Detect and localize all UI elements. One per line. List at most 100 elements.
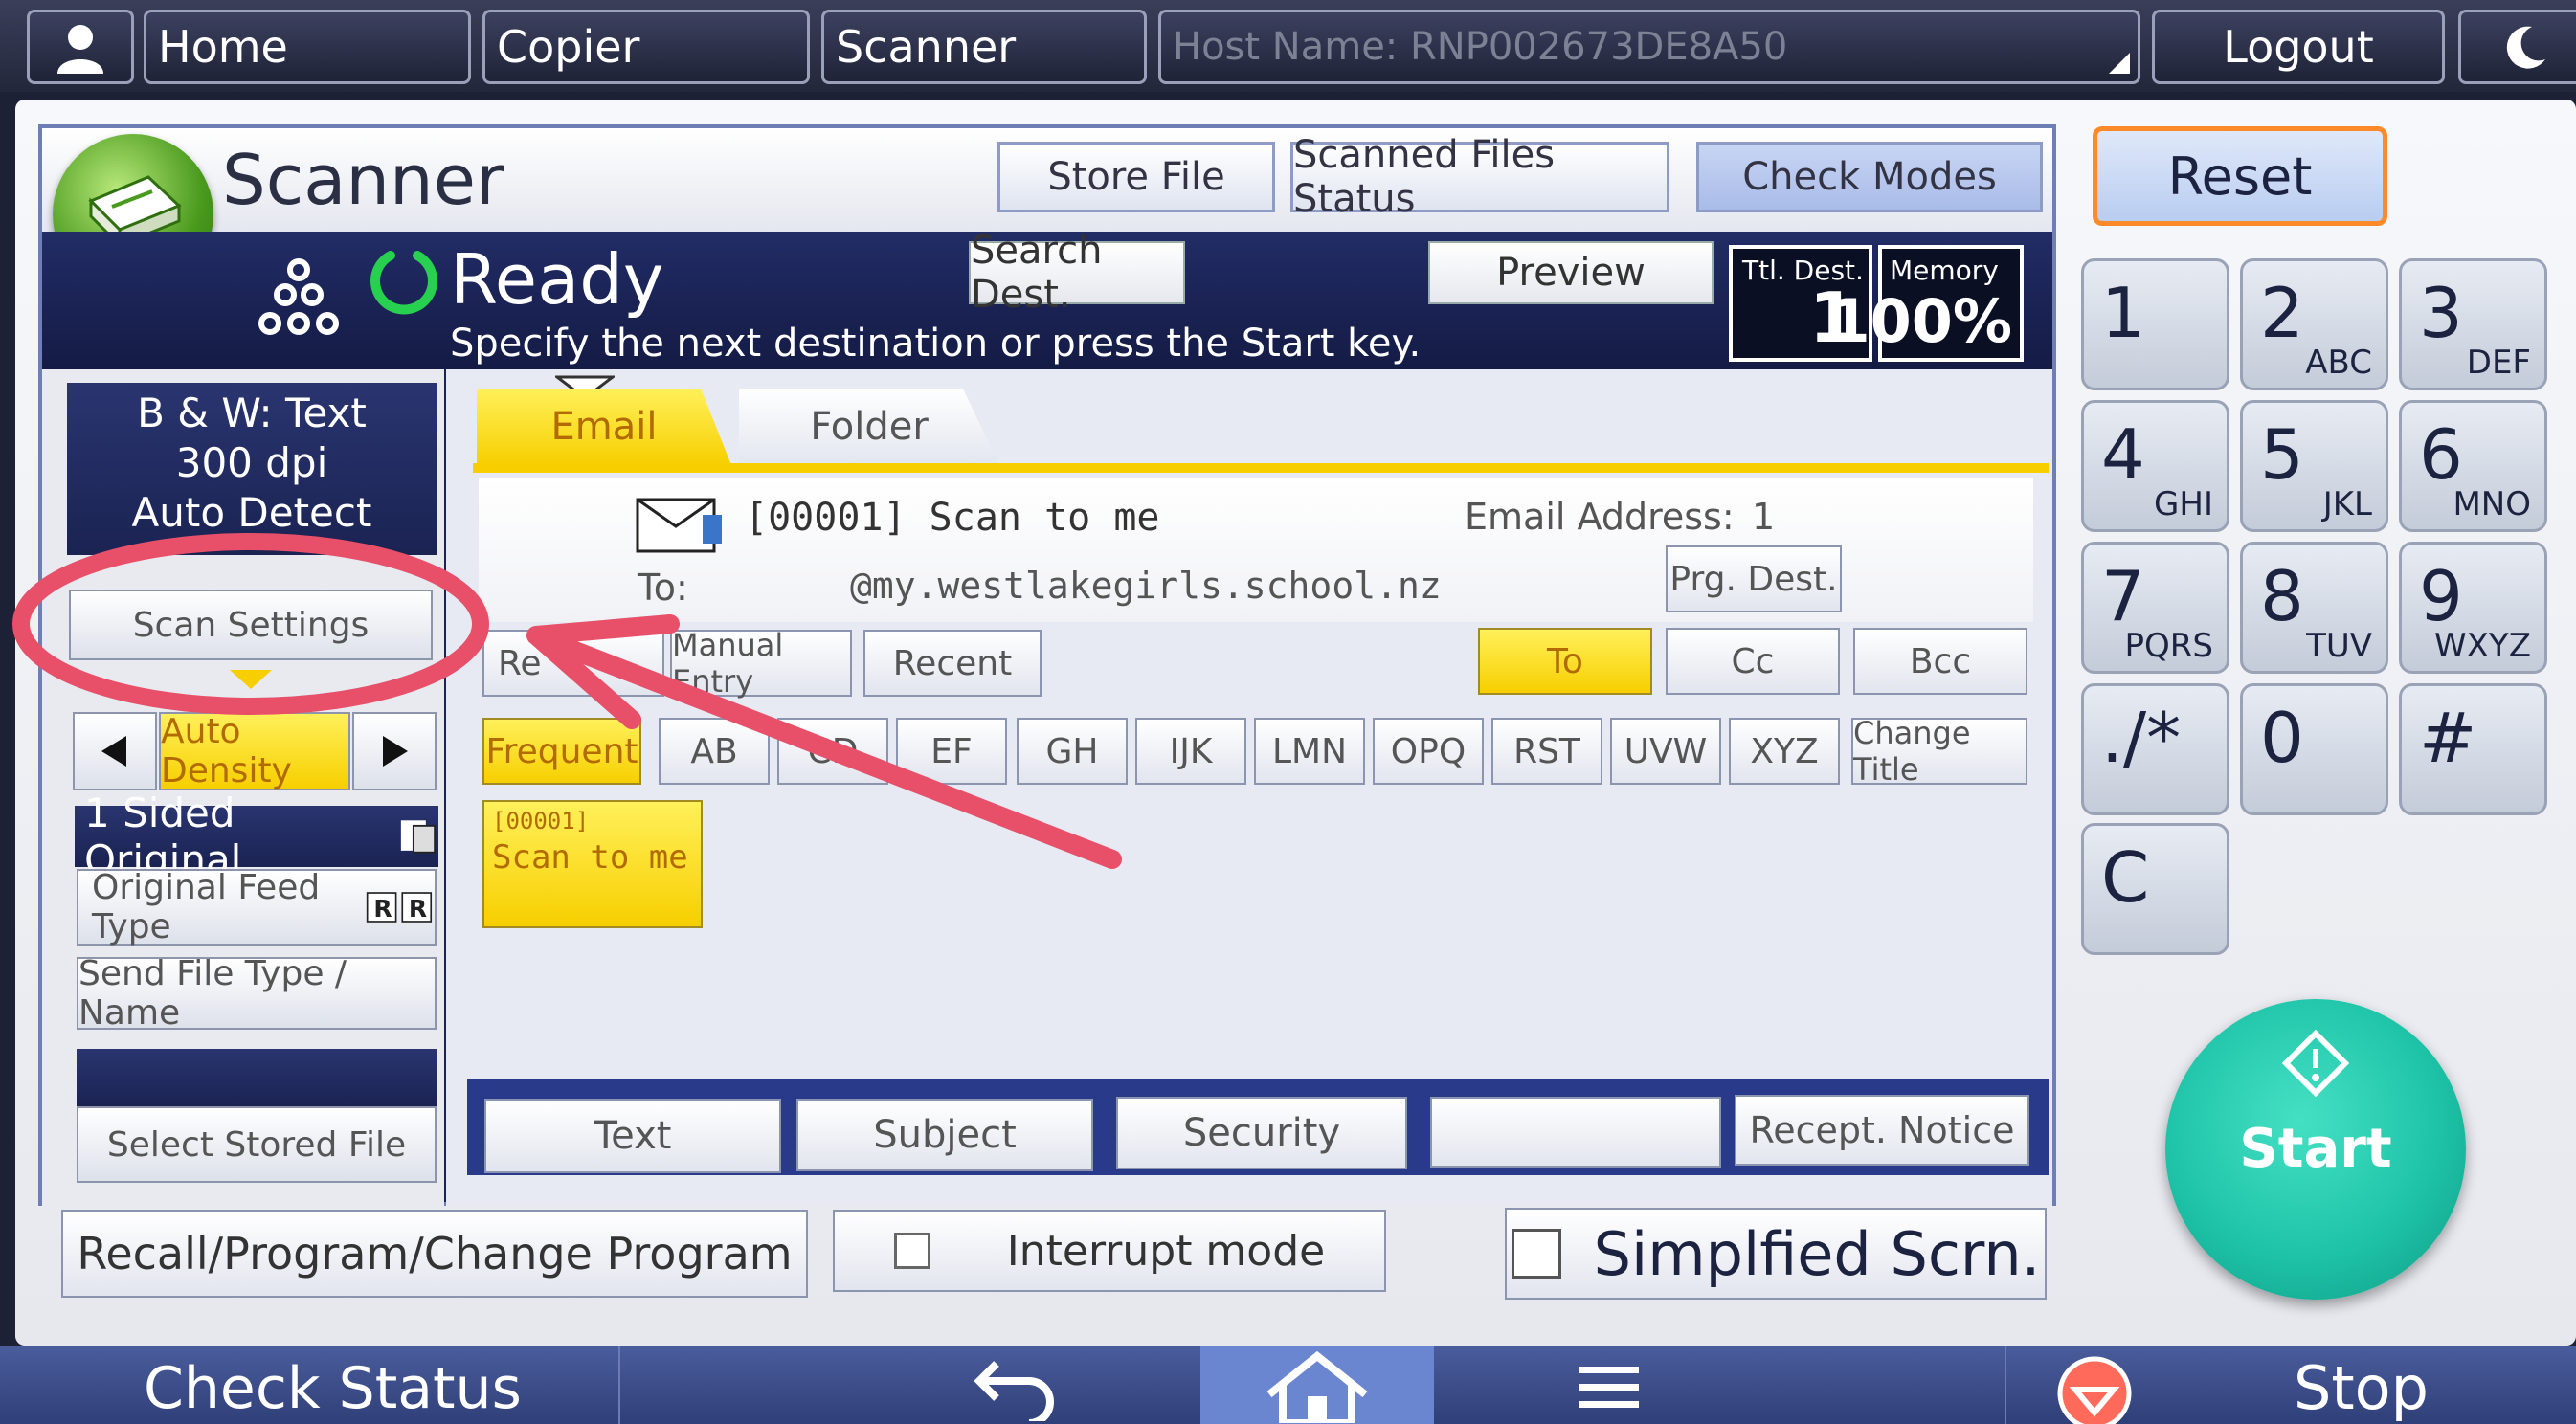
moon-icon bbox=[2506, 26, 2545, 69]
key-7-digit: 7 bbox=[2101, 556, 2145, 636]
index-rst-button[interactable]: RST bbox=[1491, 718, 1602, 785]
key-5-letters: JKL bbox=[2322, 485, 2372, 523]
network-icon bbox=[258, 258, 339, 335]
simplified-checkbox[interactable] bbox=[1511, 1229, 1561, 1279]
key-3[interactable]: 3 DEF bbox=[2399, 258, 2547, 390]
destination-entry: [00001] Scan to me bbox=[745, 496, 1160, 540]
index-frequent-button[interactable]: Frequent bbox=[482, 718, 641, 785]
host-name-field[interactable]: Host Name: RNP002673DE8A50 bbox=[1158, 10, 2140, 84]
manual-entry-button[interactable]: Manual Entry bbox=[670, 627, 852, 700]
registered-button[interactable]: Re bbox=[482, 630, 664, 697]
blank-option-button[interactable] bbox=[1430, 1097, 1721, 1168]
key-dot-star[interactable]: ./* bbox=[2081, 683, 2229, 815]
scanner-tab[interactable]: Scanner bbox=[821, 10, 1147, 84]
check-status-button[interactable]: Check Status bbox=[0, 1346, 620, 1424]
index-xyz-button[interactable]: XYZ bbox=[1729, 718, 1840, 785]
store-file-button[interactable]: Store File bbox=[997, 142, 1275, 212]
user-button[interactable] bbox=[27, 10, 134, 84]
feed-orientation-icon: R R bbox=[367, 892, 433, 923]
select-stored-file-button[interactable]: Select Stored File bbox=[77, 1106, 437, 1183]
interrupt-checkbox[interactable] bbox=[893, 1233, 930, 1269]
index-cd-button[interactable]: CD bbox=[777, 718, 888, 785]
scan-settings-button[interactable]: Scan Settings bbox=[69, 590, 433, 660]
key-hash-symbol: # bbox=[2419, 698, 2477, 778]
index-ef-button[interactable]: EF bbox=[896, 718, 1007, 785]
copier-tab[interactable]: Copier bbox=[482, 10, 810, 84]
home-button[interactable] bbox=[1200, 1346, 1434, 1424]
one-sided-original-button[interactable]: 1 Sided Original bbox=[75, 790, 438, 883]
key-0[interactable]: 0 bbox=[2240, 683, 2388, 815]
search-dest-button[interactable]: Search Dest. bbox=[969, 229, 1185, 317]
index-opq-button[interactable]: OPQ bbox=[1373, 718, 1484, 785]
original-feed-type-button[interactable]: Original Feed Type R R bbox=[77, 868, 437, 946]
index-ijk-button[interactable]: IJK bbox=[1135, 718, 1246, 785]
start-label: Start bbox=[2239, 1118, 2392, 1180]
scanned-files-status-button[interactable]: Scanned Files Status bbox=[1290, 133, 1669, 221]
change-title-button[interactable]: Change Title bbox=[1851, 715, 2027, 788]
key-9[interactable]: 9 WXYZ bbox=[2399, 542, 2547, 674]
check-modes-button[interactable]: Check Modes bbox=[1696, 142, 2043, 212]
interrupt-mode-button[interactable]: Interrupt mode bbox=[833, 1210, 1386, 1292]
auto-density-button[interactable]: Auto Density bbox=[159, 712, 350, 790]
preview-button[interactable]: Preview bbox=[1428, 241, 1714, 304]
index-gh-button[interactable]: GH bbox=[1017, 718, 1128, 785]
cc-button[interactable]: Cc bbox=[1666, 628, 1840, 695]
key-7-letters: PQRS bbox=[2124, 627, 2213, 665]
memory-label: Memory bbox=[1890, 255, 1999, 286]
interrupt-mode-label: Interrupt mode bbox=[1006, 1226, 1326, 1276]
key-2[interactable]: 2 ABC bbox=[2240, 258, 2388, 390]
recept-notice-button[interactable]: Recept. Notice bbox=[1735, 1095, 2029, 1166]
key-hash[interactable]: # bbox=[2399, 683, 2547, 815]
key-2-letters: ABC bbox=[2305, 344, 2372, 382]
index-lmn-button[interactable]: LMN bbox=[1254, 718, 1365, 785]
start-button[interactable]: Start bbox=[2165, 999, 2466, 1300]
destination-tile[interactable]: [00001] Scan to me bbox=[482, 800, 703, 928]
home-tab[interactable]: Home bbox=[144, 10, 471, 84]
recent-button[interactable]: Recent bbox=[863, 630, 1042, 697]
tab-email[interactable]: Email bbox=[477, 389, 731, 465]
key-3-digit: 3 bbox=[2419, 273, 2463, 353]
bottom-bar: Check Status Stop bbox=[0, 1346, 2576, 1424]
recall-program-button[interactable]: Recall/Program/Change Program bbox=[61, 1210, 808, 1298]
key-4-letters: GHI bbox=[2154, 485, 2213, 523]
stop-button[interactable]: Stop bbox=[2005, 1346, 2576, 1424]
key-6[interactable]: 6 MNO bbox=[2399, 400, 2547, 532]
clear-key[interactable]: C bbox=[2081, 823, 2229, 955]
key-dot-star-symbol: ./* bbox=[2101, 698, 2182, 778]
to-button[interactable]: To bbox=[1478, 628, 1652, 695]
index-ab-button[interactable]: AB bbox=[659, 718, 770, 785]
prg-dest-button[interactable]: Prg. Dest. bbox=[1666, 545, 1842, 612]
tab-folder[interactable]: Folder bbox=[739, 389, 999, 465]
settings-line-size: Auto Detect bbox=[131, 489, 372, 536]
simplified-screen-button[interactable]: Simplfied Scrn. bbox=[1505, 1208, 2047, 1300]
clear-key-label: C bbox=[2101, 837, 2150, 918]
density-marker-icon bbox=[230, 670, 272, 689]
status-message: Specify the next destination or press th… bbox=[450, 322, 1422, 366]
key-9-digit: 9 bbox=[2419, 556, 2463, 636]
back-button[interactable] bbox=[938, 1351, 1091, 1424]
subject-button[interactable]: Subject bbox=[796, 1099, 1093, 1171]
density-darker-button[interactable] bbox=[352, 712, 437, 790]
key-8[interactable]: 8 TUV bbox=[2240, 542, 2388, 674]
security-button[interactable]: Security bbox=[1116, 1097, 1407, 1169]
key-7[interactable]: 7 PQRS bbox=[2081, 542, 2229, 674]
send-file-type-button[interactable]: Send File Type / Name bbox=[77, 954, 437, 1033]
home-icon bbox=[1266, 1350, 1368, 1423]
index-uvw-button[interactable]: UVW bbox=[1610, 718, 1721, 785]
key-8-letters: TUV bbox=[2306, 627, 2372, 665]
key-8-digit: 8 bbox=[2260, 556, 2304, 636]
key-4[interactable]: 4 GHI bbox=[2081, 400, 2229, 532]
reset-button[interactable]: Reset bbox=[2093, 126, 2387, 226]
key-2-digit: 2 bbox=[2260, 273, 2304, 353]
menu-button[interactable] bbox=[1547, 1351, 1671, 1424]
key-1[interactable]: 1 bbox=[2081, 258, 2229, 390]
original-feed-type-label: Original Feed Type bbox=[92, 868, 321, 946]
density-lighter-button[interactable] bbox=[73, 712, 157, 790]
bcc-button[interactable]: Bcc bbox=[1853, 628, 2027, 695]
logout-button[interactable]: Logout bbox=[2152, 10, 2445, 84]
text-button[interactable]: Text bbox=[484, 1099, 781, 1173]
menu-icon bbox=[1579, 1367, 1639, 1408]
energy-saver-button[interactable] bbox=[2458, 10, 2576, 84]
settings-line-resolution: 300 dpi bbox=[175, 439, 328, 486]
key-5[interactable]: 5 JKL bbox=[2240, 400, 2388, 532]
